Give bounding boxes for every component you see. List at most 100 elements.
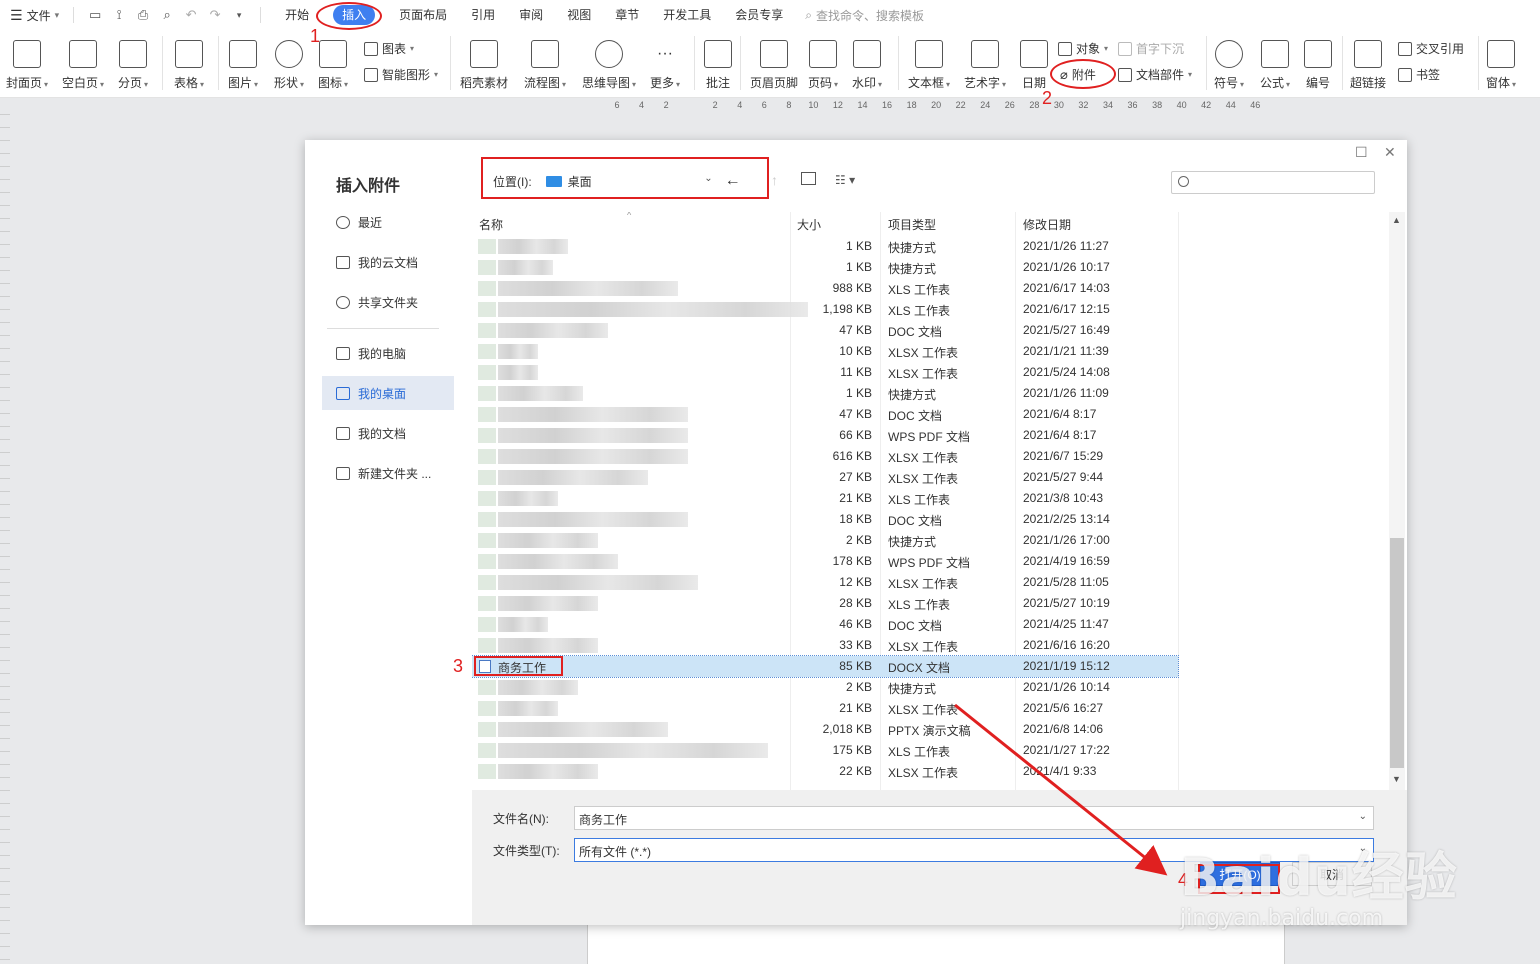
vertical-ruler[interactable]: [0, 114, 10, 964]
file-row[interactable]: 21 KB XLS 工作表 2021/3/8 10:43: [472, 488, 1178, 509]
icon-button[interactable]: 图标 ▾: [318, 40, 348, 91]
form-window-button[interactable]: 窗体 ▾: [1486, 40, 1516, 91]
filename-input[interactable]: 商务工作 ⌄: [574, 806, 1374, 830]
file-row[interactable]: 12 KB XLSX 工作表 2021/5/28 11:05: [472, 572, 1178, 593]
comment-button[interactable]: 批注: [704, 40, 732, 91]
tab-view[interactable]: 视图: [555, 0, 603, 30]
cancel-button[interactable]: 取消: [1292, 862, 1372, 886]
tab-developer[interactable]: 开发工具: [651, 0, 723, 30]
file-row[interactable]: 46 KB DOC 文档 2021/4/25 11:47: [472, 614, 1178, 635]
file-row[interactable]: 988 KB XLS 工作表 2021/6/17 14:03: [472, 278, 1178, 299]
material-button[interactable]: 稻壳素材: [460, 40, 508, 91]
tab-references[interactable]: 引用: [459, 0, 507, 30]
header-footer-button[interactable]: 页眉页脚: [750, 40, 798, 91]
hyperlink-button[interactable]: 超链接: [1350, 40, 1386, 91]
scroll-down-icon[interactable]: ▼: [1392, 774, 1401, 784]
column-date[interactable]: 修改日期: [1023, 216, 1071, 233]
maximize-icon[interactable]: ☐: [1355, 144, 1368, 161]
scroll-up-icon[interactable]: ▲: [1392, 215, 1401, 225]
horizontal-ruler[interactable]: 6 4 2 2 4 6 8 10 12 14 16 18 20 22 24 26 28 30 32 34 36 38 40 4…: [0, 98, 1540, 114]
file-row-selected[interactable]: 商务工作 85 KB DOCX 文档 2021/1/19 15:12: [472, 655, 1179, 678]
vertical-scrollbar[interactable]: ▲ ▼: [1389, 212, 1405, 790]
blank-page-button[interactable]: 空白页 ▾: [62, 40, 104, 91]
close-icon[interactable]: ✕: [1384, 144, 1396, 161]
file-row[interactable]: 178 KB WPS PDF 文档 2021/4/19 16:59: [472, 551, 1178, 572]
command-search[interactable]: ⌕ 查找命令、搜索模板: [805, 7, 924, 24]
textbox-button[interactable]: 文本框 ▾: [908, 40, 950, 91]
tab-review[interactable]: 审阅: [507, 0, 555, 30]
file-row[interactable]: 1 KB 快捷方式 2021/1/26 11:09: [472, 383, 1178, 404]
picture-button[interactable]: 图片 ▾: [228, 40, 258, 91]
format-painter-icon[interactable]: ⟟: [110, 7, 128, 23]
table-button[interactable]: 表格 ▾: [174, 40, 204, 91]
file-row[interactable]: 2 KB 快捷方式 2021/1/26 17:00: [472, 530, 1178, 551]
file-row[interactable]: 18 KB DOC 文档 2021/2/25 13:14: [472, 509, 1178, 530]
document-part-button[interactable]: 文档部件 ▾: [1118, 66, 1192, 83]
file-row[interactable]: 1,198 KB XLS 工作表 2021/6/17 12:15: [472, 299, 1178, 320]
file-row[interactable]: 27 KB XLSX 工作表 2021/5/27 9:44: [472, 467, 1178, 488]
file-row[interactable]: 175 KB XLS 工作表 2021/1/27 17:22: [472, 740, 1178, 761]
filetype-select[interactable]: 所有文件 (*.*) ⌄: [574, 838, 1374, 862]
bookmark-button[interactable]: 书签: [1398, 66, 1440, 83]
symbol-button[interactable]: 符号 ▾: [1214, 40, 1244, 91]
cover-page-button[interactable]: 封面页 ▾: [6, 40, 48, 91]
file-row[interactable]: 1 KB 快捷方式 2021/1/26 10:17: [472, 257, 1178, 278]
file-row[interactable]: 28 KB XLS 工作表 2021/5/27 10:19: [472, 593, 1178, 614]
file-row[interactable]: 33 KB XLSX 工作表 2021/6/16 16:20: [472, 635, 1178, 656]
object-button[interactable]: 对象 ▾: [1058, 40, 1108, 57]
formula-button[interactable]: 公式 ▾: [1260, 40, 1290, 91]
file-row[interactable]: 11 KB XLSX 工作表 2021/5/24 14:08: [472, 362, 1178, 383]
date-button[interactable]: 日期: [1020, 40, 1048, 91]
watermark-button[interactable]: 水印 ▾: [852, 40, 882, 91]
sidebar-item-shared-folder[interactable]: 共享文件夹: [322, 285, 454, 319]
scrollbar-thumb[interactable]: [1390, 538, 1404, 768]
chart-button[interactable]: 图表 ▾: [364, 40, 414, 57]
sidebar-item-my-computer[interactable]: 我的电脑: [322, 336, 454, 370]
smartart-button[interactable]: 智能图形 ▾: [364, 66, 438, 83]
flowchart-button[interactable]: 流程图 ▾: [524, 40, 566, 91]
print-preview-icon[interactable]: ⌕: [158, 7, 176, 23]
redo-icon[interactable]: ↷: [206, 7, 224, 23]
file-row[interactable]: 47 KB DOC 文档 2021/6/4 8:17: [472, 404, 1178, 425]
file-row[interactable]: 21 KB XLSX 工作表 2021/5/6 16:27: [472, 698, 1178, 719]
cross-reference-button[interactable]: 交叉引用: [1398, 40, 1464, 57]
mindmap-button[interactable]: 思维导图 ▾: [582, 40, 636, 91]
dropcap-button[interactable]: 首字下沉: [1118, 40, 1184, 57]
sidebar-item-my-desktop[interactable]: 我的桌面: [322, 376, 454, 410]
file-row[interactable]: 616 KB XLSX 工作表 2021/6/7 15:29: [472, 446, 1178, 467]
shape-button[interactable]: 形状 ▾: [274, 40, 304, 91]
more-button[interactable]: ··· 更多 ▾: [650, 40, 680, 91]
page-break-button[interactable]: 分页 ▾: [118, 40, 148, 91]
column-size[interactable]: 大小: [797, 216, 821, 233]
search-input[interactable]: [1171, 171, 1375, 194]
file-menu[interactable]: ☰ 文件 ▾: [0, 0, 67, 30]
tab-page-layout[interactable]: 页面布局: [387, 0, 459, 30]
column-name[interactable]: 名称: [479, 216, 503, 233]
sidebar-item-my-documents[interactable]: 我的文档: [322, 416, 454, 450]
view-mode-icon[interactable]: ☷ ▾: [835, 173, 855, 187]
file-row[interactable]: 47 KB DOC 文档 2021/5/27 16:49: [472, 320, 1178, 341]
tab-member[interactable]: 会员专享: [723, 0, 795, 30]
new-folder-icon[interactable]: [801, 172, 816, 185]
column-type[interactable]: 项目类型: [888, 216, 936, 233]
save-icon[interactable]: ▭: [86, 7, 104, 23]
file-list[interactable]: 名称 ^ 大小 项目类型 修改日期 1 KB 快捷方式 2021/1/26 11:2…: [472, 212, 1380, 790]
wordart-button[interactable]: 艺术字 ▾: [964, 40, 1006, 91]
page-number-button[interactable]: 页码 ▾: [808, 40, 838, 91]
undo-icon[interactable]: ↶: [182, 7, 200, 23]
file-row[interactable]: 22 KB XLSX 工作表 2021/4/1 9:33: [472, 761, 1178, 782]
file-row[interactable]: 66 KB WPS PDF 文档 2021/6/4 8:17: [472, 425, 1178, 446]
print-icon[interactable]: ⎙: [134, 7, 152, 23]
customize-icon[interactable]: ▾: [230, 10, 248, 21]
file-row[interactable]: 2 KB 快捷方式 2021/1/26 10:14: [472, 677, 1178, 698]
numbering-button[interactable]: 编号: [1304, 40, 1332, 91]
tab-chapter[interactable]: 章节: [603, 0, 651, 30]
file-row[interactable]: 2,018 KB PPTX 演示文稿 2021/6/8 14:06: [472, 719, 1178, 740]
up-arrow-icon[interactable]: ↑: [771, 172, 778, 188]
sidebar-item-cloud-docs[interactable]: 我的云文档: [322, 245, 454, 279]
file-row[interactable]: 10 KB XLSX 工作表 2021/1/21 11:39: [472, 341, 1178, 362]
chevron-down-icon[interactable]: ⌄: [1359, 811, 1367, 822]
sidebar-item-recent[interactable]: 最近: [322, 205, 454, 239]
file-row[interactable]: 1 KB 快捷方式 2021/1/26 11:27: [472, 236, 1178, 257]
sidebar-item-new-folder[interactable]: 新建文件夹 ...: [322, 456, 454, 490]
